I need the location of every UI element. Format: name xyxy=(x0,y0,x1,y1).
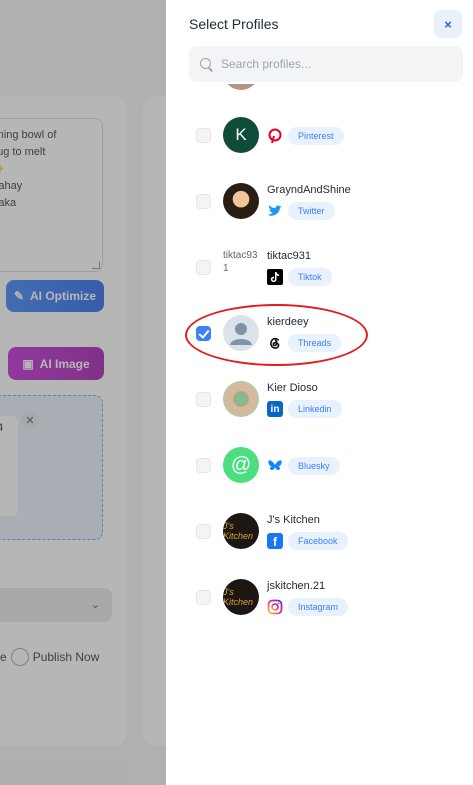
platform-badge: Facebook xyxy=(288,532,348,550)
panel-title: Select Profiles xyxy=(189,16,279,32)
platform-badge: Twitter xyxy=(288,202,335,220)
profile-checkbox[interactable] xyxy=(196,524,211,539)
avatar-alt-text: tiktac931 xyxy=(223,250,258,274)
search-input[interactable] xyxy=(221,57,451,71)
profile-avatar-logo: J's Kitchen xyxy=(223,579,259,615)
platform-badge: Instagram xyxy=(288,598,349,616)
close-icon: × xyxy=(444,16,452,32)
pinterest-icon xyxy=(267,128,283,144)
avatar-letter: K xyxy=(235,125,247,144)
modal-overlay[interactable] xyxy=(0,0,166,785)
profile-avatar xyxy=(223,381,259,417)
close-button[interactable]: × xyxy=(434,10,462,38)
profile-row-tiktok[interactable]: tiktac931 tiktac931 Tiktok xyxy=(166,238,473,298)
profile-row-bluesky[interactable]: @ Bluesky xyxy=(166,436,473,496)
profile-checkbox[interactable] xyxy=(196,458,211,473)
twitter-bird-icon xyxy=(267,203,283,219)
tiktok-icon xyxy=(267,269,283,285)
profile-avatar-logo: J's Kitchen xyxy=(223,513,259,549)
profile-checkbox[interactable] xyxy=(196,128,211,143)
profile-row-pinterest[interactable]: K Pinterest xyxy=(166,106,473,166)
profile-name: tiktac931 xyxy=(267,250,312,262)
linkedin-icon: in xyxy=(267,401,283,417)
profile-checkbox[interactable] xyxy=(196,590,211,605)
platform-badge: Bluesky xyxy=(288,457,340,475)
profile-avatar: @ xyxy=(223,447,259,483)
platform-badge: Linkedin xyxy=(288,400,342,418)
profile-name: jskitchen.21 xyxy=(267,580,326,592)
bluesky-butterfly-icon xyxy=(267,458,283,474)
platform-badge: Pinterest xyxy=(288,127,344,145)
profile-checkbox[interactable] xyxy=(196,260,211,275)
instagram-icon xyxy=(267,599,283,615)
profile-name: GrayndAndShine xyxy=(267,184,351,196)
platform-badge: Tiktok xyxy=(288,268,332,286)
profile-avatar xyxy=(223,183,259,219)
profile-row-facebook[interactable]: J's Kitchen J's Kitchen f Facebook xyxy=(166,502,473,562)
profile-row-linkedin[interactable]: Kier Dioso in Linkedin xyxy=(166,370,473,430)
profile-name: Kier Dioso xyxy=(267,382,318,394)
search-bar xyxy=(189,46,463,82)
profile-name: J's Kitchen xyxy=(267,514,320,526)
profile-row-twitter[interactable]: GrayndAndShine Twitter xyxy=(166,172,473,232)
profile-row-instagram[interactable]: J's Kitchen jskitchen.21 Instagram xyxy=(166,568,473,628)
avatar-letter: @ xyxy=(230,453,252,476)
select-profiles-panel: Select Profiles × K Pinterest GrayndAndS… xyxy=(166,0,473,785)
highlight-annotation-ring xyxy=(185,304,368,366)
profile-avatar-broken-image: tiktac931 xyxy=(223,249,259,285)
profile-avatar xyxy=(223,84,259,90)
search-icon xyxy=(200,57,213,71)
facebook-icon: f xyxy=(267,533,283,549)
profile-avatar: K xyxy=(223,117,259,153)
profile-checkbox[interactable] xyxy=(196,392,211,407)
profiles-list[interactable]: K Pinterest GrayndAndShine Twitter tikta… xyxy=(166,84,473,785)
profile-checkbox[interactable] xyxy=(196,194,211,209)
